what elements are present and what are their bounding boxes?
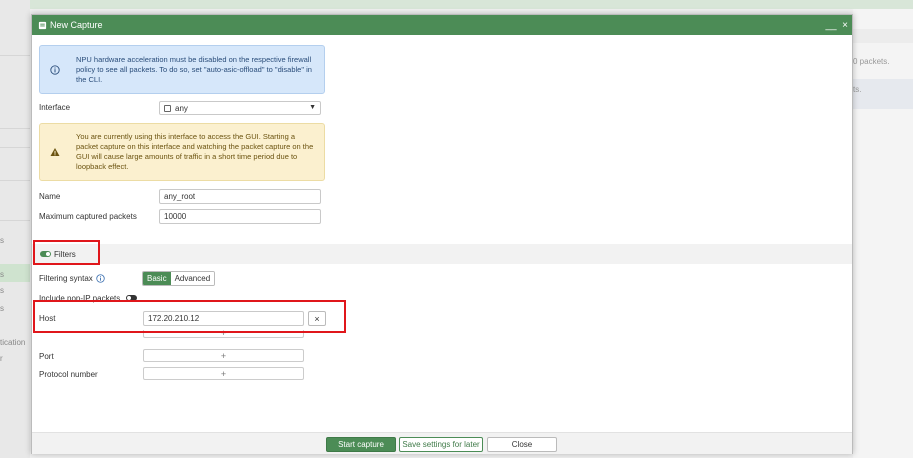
info-icon[interactable]	[96, 274, 105, 283]
interface-select[interactable]: any ▼	[159, 101, 321, 115]
dialog-titlebar: New Capture __ ×	[32, 15, 852, 35]
minimize-button[interactable]: __	[824, 20, 838, 31]
interface-checkbox-icon	[164, 104, 171, 112]
background-row	[853, 79, 913, 109]
sidebar-divider	[0, 128, 30, 129]
name-value: any_root	[164, 192, 196, 201]
max-packets-label: Maximum captured packets	[39, 212, 137, 221]
sidebar-divider	[0, 220, 30, 221]
sidebar-fragment: tication	[0, 338, 26, 347]
filtering-syntax-toggle: Basic Advanced	[142, 271, 216, 286]
dropdown-arrow-icon: ▼	[309, 104, 316, 111]
name-label: Name	[39, 192, 61, 201]
name-input[interactable]: any_root	[159, 189, 321, 204]
new-capture-dialog: New Capture __ × NPU hardware accelerati…	[31, 14, 853, 454]
syntax-advanced-button[interactable]: Advanced	[170, 272, 215, 285]
background-app-header	[0, 0, 913, 9]
save-settings-button[interactable]: Save settings for later	[399, 437, 483, 452]
add-protocol-button[interactable]: +	[143, 367, 304, 380]
add-port-button[interactable]: +	[143, 349, 304, 362]
background-text: 0 packets.	[853, 57, 890, 66]
warning-icon	[50, 148, 60, 156]
sidebar-selected-item[interactable]	[0, 264, 30, 282]
max-packets-value: 10000	[164, 212, 187, 221]
sidebar-fragment: s	[0, 270, 4, 279]
filters-section-header	[32, 244, 852, 264]
background-sidebar: s s s s tication r	[0, 0, 30, 458]
sidebar-divider	[0, 147, 30, 148]
capture-icon	[38, 21, 47, 29]
sidebar-fragment: r	[0, 354, 3, 363]
interface-value: any	[175, 103, 188, 113]
background-content: 0 packets. ts.	[853, 9, 913, 458]
port-label: Port	[39, 352, 54, 361]
npu-info-alert: NPU hardware acceleration must be disabl…	[39, 45, 325, 94]
sidebar-fragment: s	[0, 286, 4, 295]
info-alert-text: NPU hardware acceleration must be disabl…	[76, 54, 312, 84]
host-highlight-box	[33, 300, 346, 333]
dialog-title: New Capture	[50, 20, 103, 30]
sidebar-divider	[0, 55, 30, 56]
max-packets-input[interactable]: 10000	[159, 209, 321, 224]
sidebar-fragment: s	[0, 236, 4, 245]
warning-alert-text: You are currently using this interface t…	[76, 132, 314, 171]
protocol-number-label: Protocol number	[39, 370, 98, 379]
filtering-syntax-label: Filtering syntax	[39, 274, 93, 283]
filters-highlight-box	[33, 240, 100, 265]
sidebar-divider	[0, 180, 30, 181]
loopback-warning-alert: You are currently using this interface t…	[39, 123, 325, 181]
info-icon	[50, 64, 60, 75]
sidebar-fragment: s	[0, 304, 4, 313]
background-text: ts.	[853, 85, 862, 94]
syntax-basic-button[interactable]: Basic	[143, 272, 171, 285]
close-icon[interactable]: ×	[838, 20, 852, 31]
background-table-header	[853, 29, 913, 43]
start-capture-button[interactable]: Start capture	[326, 437, 396, 452]
close-button[interactable]: Close	[487, 437, 557, 452]
interface-label: Interface	[39, 103, 71, 112]
dialog-footer: Start capture Save settings for later Cl…	[32, 432, 852, 454]
